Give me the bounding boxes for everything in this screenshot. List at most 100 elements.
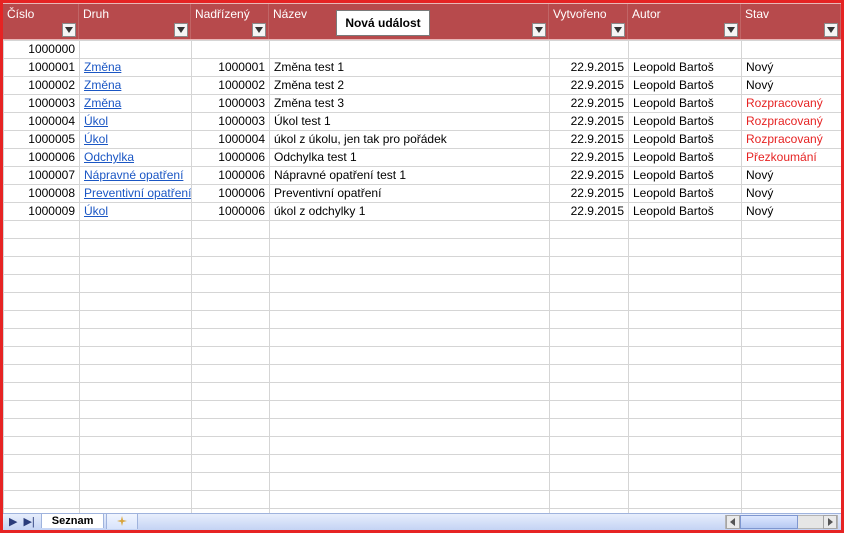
cell-druh[interactable]: Odchylka — [80, 148, 192, 166]
column-header-druh[interactable]: Druh — [79, 4, 191, 39]
scroll-left-icon[interactable] — [726, 515, 740, 529]
cell-nadrizeny: 1000002 — [192, 76, 270, 94]
scroll-thumb[interactable] — [740, 515, 798, 529]
column-header-vytvoreno[interactable]: Vytvořeno — [549, 4, 628, 39]
table-row[interactable]: 1000005Úkol1000004úkol z úkolu, jen tak … — [4, 130, 842, 148]
column-header-stav[interactable]: Stav — [741, 4, 841, 39]
cell-stav — [742, 436, 842, 454]
table-row[interactable]: 1000009Úkol1000006úkol z odchylky 122.9.… — [4, 202, 842, 220]
tab-new-button[interactable] — [106, 513, 138, 529]
cell-autor — [629, 328, 742, 346]
cell-druh[interactable] — [80, 328, 192, 346]
cell-druh[interactable] — [80, 400, 192, 418]
cell-druh[interactable] — [80, 436, 192, 454]
cell-cislo — [4, 310, 80, 328]
cell-stav — [742, 220, 842, 238]
cell-nadrizeny — [192, 256, 270, 274]
table-row[interactable]: 1000003Změna1000003Změna test 322.9.2015… — [4, 94, 842, 112]
cell-autor: Leopold Bartoš — [629, 202, 742, 220]
cell-druh[interactable] — [80, 238, 192, 256]
cell-stav: Nový — [742, 184, 842, 202]
table-row[interactable]: 1000001Změna1000001Změna test 122.9.2015… — [4, 58, 842, 76]
table-row[interactable] — [4, 238, 842, 256]
filter-dropdown-icon[interactable] — [174, 23, 188, 37]
table-row[interactable] — [4, 454, 842, 472]
cell-druh[interactable]: Úkol — [80, 112, 192, 130]
table-row[interactable] — [4, 472, 842, 490]
cell-druh[interactable] — [80, 292, 192, 310]
column-header-nadrizeny[interactable]: Nadřízený — [191, 4, 269, 39]
column-header-autor[interactable]: Autor — [628, 4, 741, 39]
cell-cislo — [4, 418, 80, 436]
filter-dropdown-icon[interactable] — [611, 23, 625, 37]
cell-nadrizeny: 1000006 — [192, 202, 270, 220]
cell-druh[interactable] — [80, 418, 192, 436]
cell-druh[interactable]: Preventivní opatření — [80, 184, 192, 202]
column-header-cislo[interactable]: Číslo — [3, 4, 79, 39]
cell-druh[interactable] — [80, 220, 192, 238]
cell-druh[interactable] — [80, 256, 192, 274]
cell-druh[interactable]: Změna — [80, 94, 192, 112]
cell-vytvoreno — [550, 436, 629, 454]
cell-druh[interactable] — [80, 382, 192, 400]
column-header-nazev[interactable]: Název — [269, 4, 549, 39]
cell-druh[interactable] — [80, 40, 192, 58]
table-row[interactable] — [4, 310, 842, 328]
cell-nadrizeny — [192, 400, 270, 418]
table-row[interactable] — [4, 292, 842, 310]
filter-dropdown-icon[interactable] — [824, 23, 838, 37]
cell-druh[interactable]: Změna — [80, 76, 192, 94]
table-row[interactable] — [4, 364, 842, 382]
table-row[interactable] — [4, 490, 842, 508]
table-row[interactable] — [4, 274, 842, 292]
cell-druh[interactable]: Změna — [80, 58, 192, 76]
tab-nav-bar: ▶ ▶| Seznam — [3, 513, 841, 531]
filter-dropdown-icon[interactable] — [62, 23, 76, 37]
scroll-track[interactable] — [740, 515, 823, 529]
horizontal-scrollbar[interactable] — [725, 515, 838, 530]
cell-druh[interactable] — [80, 274, 192, 292]
cell-druh[interactable] — [80, 310, 192, 328]
cell-cislo — [4, 220, 80, 238]
tab-nav-last-icon[interactable]: ▶| — [23, 515, 34, 528]
cell-druh[interactable] — [80, 364, 192, 382]
column-header-label: Název — [273, 7, 307, 21]
cell-druh[interactable]: Úkol — [80, 130, 192, 148]
tab-nav-next-icon[interactable]: ▶ — [9, 515, 17, 528]
app-window: Nová událost ČísloDruhNadřízenýNázevVytv… — [0, 0, 844, 533]
cell-vytvoreno: 22.9.2015 — [550, 76, 629, 94]
grid-header: Nová událost ČísloDruhNadřízenýNázevVytv… — [3, 3, 841, 40]
cell-druh[interactable]: Úkol — [80, 202, 192, 220]
table-row[interactable] — [4, 400, 842, 418]
tab-seznam[interactable]: Seznam — [41, 513, 105, 528]
cell-autor — [629, 472, 742, 490]
table-row[interactable]: 1000004Úkol1000003Úkol test 122.9.2015Le… — [4, 112, 842, 130]
cell-druh[interactable] — [80, 490, 192, 508]
cell-nazev — [270, 310, 550, 328]
table-row[interactable]: 1000008Preventivní opatření1000006Preven… — [4, 184, 842, 202]
cell-autor — [629, 310, 742, 328]
filter-dropdown-icon[interactable] — [532, 23, 546, 37]
cell-druh[interactable] — [80, 346, 192, 364]
filter-dropdown-icon[interactable] — [252, 23, 266, 37]
cell-druh[interactable] — [80, 454, 192, 472]
table-row[interactable] — [4, 418, 842, 436]
cell-druh[interactable] — [80, 472, 192, 490]
table-row[interactable]: 1000006Odchylka1000006Odchylka test 122.… — [4, 148, 842, 166]
table-row[interactable]: 1000007Nápravné opatření1000006Nápravné … — [4, 166, 842, 184]
table-row[interactable]: 1000002Změna1000002Změna test 222.9.2015… — [4, 76, 842, 94]
cell-nazev: Změna test 3 — [270, 94, 550, 112]
table-row[interactable] — [4, 328, 842, 346]
table-row[interactable] — [4, 382, 842, 400]
table-row[interactable] — [4, 220, 842, 238]
cell-nazev: Změna test 1 — [270, 58, 550, 76]
table-row[interactable]: 1000000 — [4, 40, 842, 58]
table-row[interactable] — [4, 346, 842, 364]
table-row[interactable] — [4, 436, 842, 454]
filter-dropdown-icon[interactable] — [724, 23, 738, 37]
scroll-right-icon[interactable] — [823, 515, 837, 529]
table-row[interactable] — [4, 256, 842, 274]
cell-nadrizeny — [192, 238, 270, 256]
cell-druh[interactable]: Nápravné opatření — [80, 166, 192, 184]
cell-autor — [629, 238, 742, 256]
